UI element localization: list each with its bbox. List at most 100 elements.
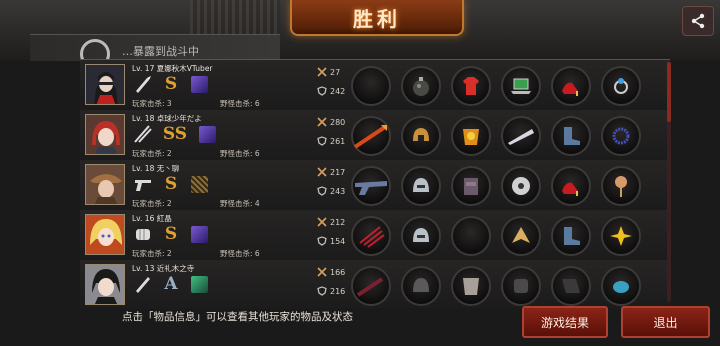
kill-stat: 280 [317, 117, 345, 127]
player-kills: 玩家击杀: 2 [132, 199, 172, 208]
kill-count: 27 [330, 67, 341, 77]
grade-badge: S [164, 174, 178, 194]
blue-orb-icon[interactable] [601, 266, 641, 306]
defense-value: 216 [330, 286, 346, 296]
scepter-icon[interactable] [601, 166, 641, 206]
player-row[interactable]: Lv. 17 夏娜秋木VTuber S 玩家击杀: 3 野怪击杀: 6 27 2… [80, 60, 670, 111]
empty-slot[interactable] [451, 216, 491, 256]
defense-stat: 243 [317, 186, 345, 196]
defense-stat: 216 [317, 286, 345, 296]
bomb-icon[interactable] [401, 66, 441, 106]
red-heels-icon[interactable] [551, 66, 591, 106]
blade-icon [132, 273, 154, 295]
monster-kills: 野怪击杀: 4 [220, 199, 260, 208]
exit-button[interactable]: 退出 [621, 306, 710, 338]
shield-icon [317, 286, 327, 296]
avatar[interactable] [85, 214, 125, 255]
boots-icon[interactable] [551, 216, 591, 256]
grade-badge: A [164, 274, 178, 294]
player-row[interactable]: Lv. 18 卓球少年だよ SS 玩家击杀: 2 野怪击杀: 6 280 261 [80, 110, 670, 161]
avatar[interactable] [85, 164, 125, 205]
grade-badge: S [164, 74, 178, 94]
red-heels-icon[interactable] [551, 166, 591, 206]
avatar[interactable] [85, 64, 125, 105]
kill-count: 166 [330, 267, 346, 277]
crossed-swords-icon [317, 217, 327, 227]
skill-gem-icon [188, 223, 210, 245]
kill-stat: 217 [317, 167, 345, 177]
defense-value: 154 [330, 236, 346, 246]
player-row[interactable]: Lv. 18 无丶聊 S 玩家击杀: 2 野怪击杀: 4 217 243 [80, 160, 670, 211]
monster-kills: 野怪击杀: 6 [220, 149, 260, 158]
steel-helmet-icon[interactable] [401, 216, 441, 256]
defense-value: 242 [330, 86, 346, 96]
skill-gem-icon [196, 123, 218, 145]
defense-value: 243 [330, 186, 346, 196]
lily-icon[interactable] [601, 216, 641, 256]
defense-stat: 154 [317, 236, 345, 246]
player-row[interactable]: Lv. 13 近礼木之寺 A 166 216 [80, 260, 670, 308]
laptop-icon[interactable] [501, 66, 541, 106]
shield-icon [317, 136, 327, 146]
gold-leaf-icon[interactable] [501, 216, 541, 256]
kill-stat: 212 [317, 217, 345, 227]
share-icon [691, 13, 705, 29]
scrollbar[interactable] [667, 62, 671, 302]
game-results-button[interactable]: 游戏结果 [522, 306, 608, 338]
golden-helmet-icon[interactable] [401, 116, 441, 156]
claw-gauntlet-icon[interactable] [351, 216, 391, 256]
player-kills: 玩家击杀: 2 [132, 149, 172, 158]
sleeve-icon[interactable] [551, 266, 591, 306]
pistol-icon [132, 173, 154, 195]
grade-badge: S [164, 224, 178, 244]
scrollbar-thumb[interactable] [667, 62, 671, 122]
victory-banner: 胜利 [290, 0, 464, 36]
grade-badge: SS [162, 124, 188, 144]
dark-sword-icon[interactable] [351, 266, 391, 306]
armor-icon[interactable] [451, 116, 491, 156]
disc-icon[interactable] [501, 166, 541, 206]
twin-swords-icon [132, 123, 154, 145]
bracelet-icon[interactable] [601, 116, 641, 156]
skill-gem-icon [188, 73, 210, 95]
kill-count: 280 [330, 117, 346, 127]
page-title: 胜利 [353, 6, 401, 31]
avatar[interactable] [85, 114, 125, 155]
player-list[interactable]: Lv. 17 夏娜秋木VTuber S 玩家击杀: 3 野怪击杀: 6 27 2… [80, 59, 670, 308]
crossed-swords-icon [317, 167, 327, 177]
background-panel: …暴露到战斗中 [30, 34, 280, 61]
player-kills: 玩家击杀: 2 [132, 249, 172, 258]
red-shirt-icon[interactable] [451, 66, 491, 106]
shield-icon [317, 86, 327, 96]
crossed-swords-icon [317, 67, 327, 77]
boots-icon[interactable] [551, 116, 591, 156]
gauntlet-icon[interactable] [501, 266, 541, 306]
helmet-icon[interactable] [401, 266, 441, 306]
avatar[interactable] [85, 264, 125, 305]
hint-text: 点击「物品信息」可以查看其他玩家的物品及状态 [122, 311, 353, 323]
ring-icon[interactable] [601, 66, 641, 106]
steel-helmet-icon[interactable] [401, 166, 441, 206]
player-row[interactable]: Lv. 16 紅晶 S 玩家击杀: 2 野怪击杀: 6 212 154 [80, 210, 670, 261]
cuirass-icon[interactable] [451, 266, 491, 306]
empty-slot[interactable] [351, 66, 391, 106]
kill-count: 217 [330, 167, 346, 177]
shield-icon [317, 236, 327, 246]
crossed-swords-icon [317, 117, 327, 127]
silver-blade-icon[interactable] [501, 116, 541, 156]
vest-icon[interactable] [451, 166, 491, 206]
fist-icon [132, 223, 154, 245]
ring-icon [80, 39, 110, 61]
kill-count: 212 [330, 217, 346, 227]
monster-kills: 野怪击杀: 6 [220, 249, 260, 258]
defense-value: 261 [330, 136, 346, 146]
background-text: …暴露到战斗中 [122, 45, 199, 58]
crossed-swords-icon [317, 267, 327, 277]
skill-gem-icon [188, 173, 210, 195]
revolver-icon[interactable] [351, 166, 391, 206]
share-button[interactable] [682, 6, 714, 36]
kill-stat: 166 [317, 267, 345, 277]
skill-gem-icon [188, 273, 210, 295]
player-kills: 玩家击杀: 3 [132, 99, 172, 108]
flaming-spear-icon[interactable] [351, 116, 391, 156]
